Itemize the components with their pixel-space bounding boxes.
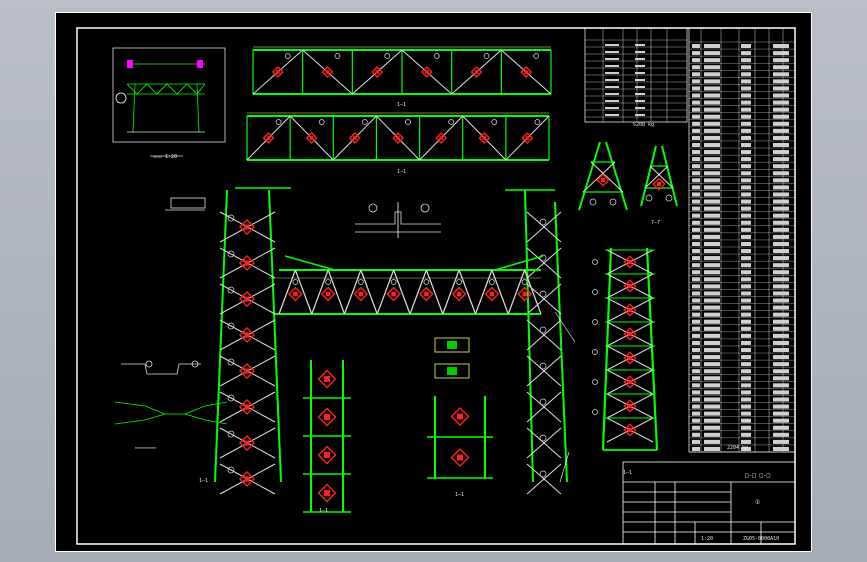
section-label-5: 1—1: [455, 492, 464, 498]
column-views: [303, 360, 493, 513]
title-block-title: □-□ □-□: [745, 472, 771, 479]
title-block-scale: 1:20: [701, 536, 713, 542]
section-label-2: 1—1: [397, 169, 406, 175]
detail-topleft-caption: ▭▭▭ 1:20: [153, 154, 177, 160]
drawing-sheet: ▭▭▭ 1:20 ▭▭▭▭▭▭▭ 2204 kg 5208 kg □-□ □-□…: [55, 12, 812, 552]
middle-details: ▭▭▭▭▭▭▭: [114, 197, 470, 451]
parts-table: [688, 27, 796, 453]
gantry-elevation: [214, 187, 576, 495]
detail-topleft: [112, 47, 226, 157]
section-label-1: 1—1: [397, 102, 406, 108]
lattice-column-view: [592, 247, 659, 451]
section-label-4: 1—1: [319, 508, 328, 514]
section-label-3: 7—7: [651, 220, 660, 226]
top-truss-plan: [246, 112, 550, 161]
cad-viewport: ▭▭▭ 1:20 ▭▭▭▭▭▭▭ 2204 kg 5208 kg □-□ □-□…: [0, 0, 867, 562]
title-block-drawing-no: ZG05-0000A10: [743, 536, 779, 542]
small-tower-views: [578, 141, 678, 211]
material-table-total: 5208 kg: [633, 122, 654, 128]
top-truss-elevation: [252, 46, 552, 95]
cad-drawing: ▭▭▭ 1:20 ▭▭▭▭▭▭▭ 2204 kg 5208 kg □-□ □-□…: [55, 12, 812, 552]
svg-text:▭▭▭▭▭▭▭: ▭▭▭▭▭▭▭: [135, 445, 156, 451]
parts-table-footer: 2204 kg: [727, 445, 748, 451]
material-table: [584, 27, 688, 123]
section-label-7: 1—1: [199, 478, 208, 484]
section-label-6: 1—1: [623, 470, 632, 476]
title-block-sheet-mark: ①: [755, 499, 760, 506]
